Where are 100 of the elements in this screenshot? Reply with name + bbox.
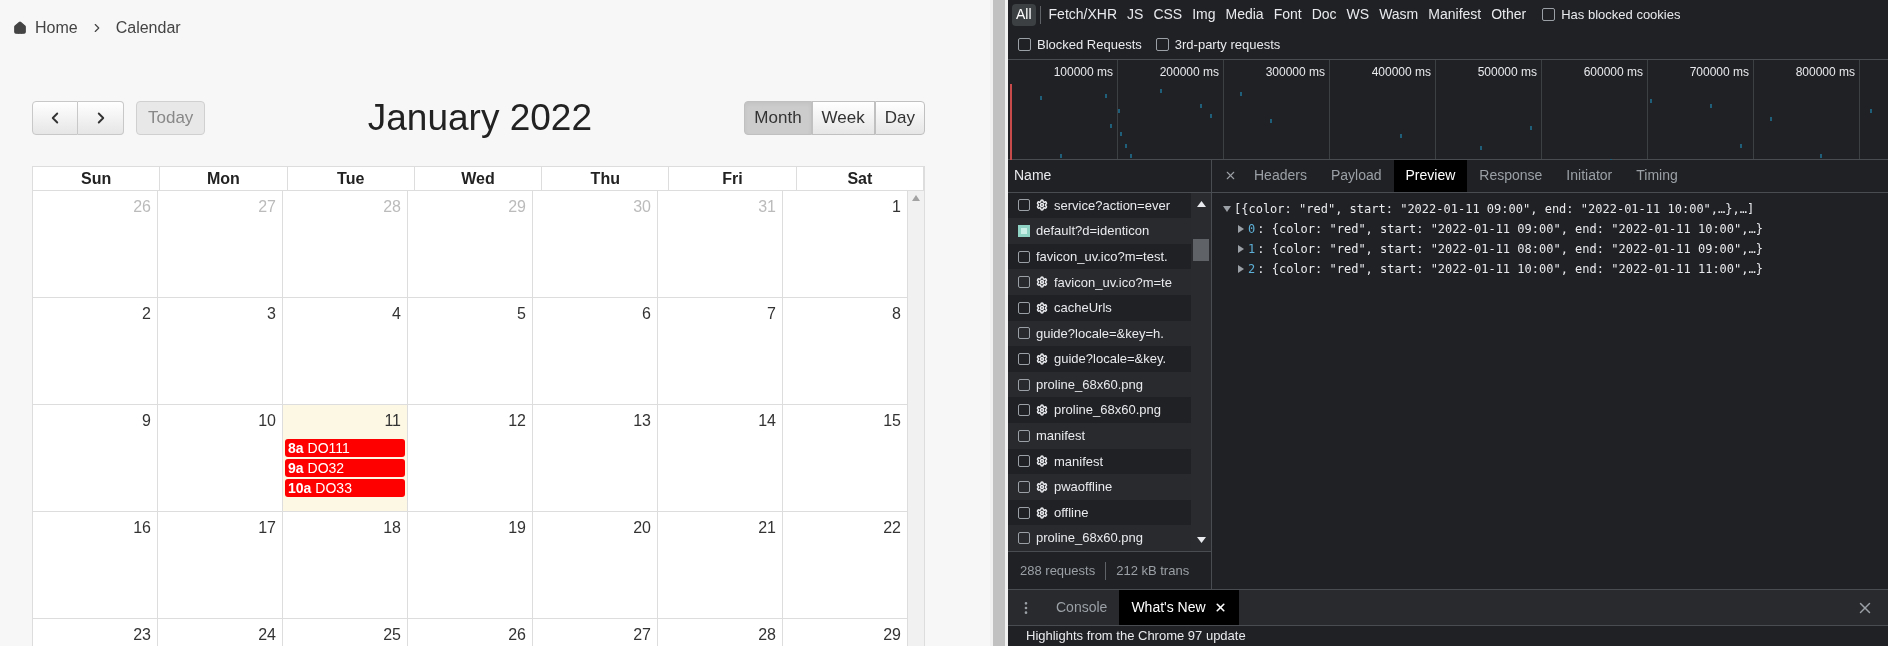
request-row[interactable]: guide?locale=&key=h. bbox=[1008, 320, 1191, 347]
day-cell[interactable]: 23 bbox=[33, 619, 158, 646]
day-cell[interactable]: 27 bbox=[533, 619, 658, 646]
scrollbar[interactable] bbox=[908, 191, 924, 646]
column-header[interactable]: Name bbox=[1014, 165, 1052, 187]
summary-text: 288 requests bbox=[1020, 561, 1096, 580]
day-cell[interactable]: 11 8a DO111 9a DO32 10a DO33 bbox=[283, 405, 408, 511]
scroll-thumb[interactable] bbox=[1193, 238, 1209, 261]
view-button[interactable]: Month bbox=[744, 101, 812, 135]
drawer-tab[interactable]: Console bbox=[1044, 590, 1120, 626]
checkbox[interactable] bbox=[1018, 481, 1030, 493]
request-row[interactable]: default?d=identicon bbox=[1008, 218, 1191, 244]
preview-index: 2 bbox=[1248, 260, 1256, 278]
request-row[interactable]: pwaoffline bbox=[1008, 474, 1191, 500]
checkbox[interactable] bbox=[1018, 378, 1030, 391]
timeline-tick-label: 700000 ms bbox=[1689, 64, 1749, 81]
detail-tab[interactable]: Preview bbox=[1393, 159, 1468, 192]
detail-tab[interactable]: Payload bbox=[1318, 159, 1394, 192]
checkbox[interactable] bbox=[1018, 404, 1030, 417]
expand-triangle-icon[interactable] bbox=[1236, 244, 1246, 253]
event-title: DO33 bbox=[315, 478, 352, 498]
expand-triangle-icon[interactable] bbox=[1222, 204, 1232, 213]
checkbox[interactable] bbox=[1018, 506, 1030, 519]
filter-button[interactable]: All bbox=[1012, 3, 1036, 26]
day-cell[interactable]: 6 bbox=[533, 298, 658, 404]
day-cell[interactable]: 13 bbox=[533, 405, 658, 511]
drawer-tab[interactable]: What's New bbox=[1119, 590, 1239, 626]
detail-tab[interactable]: Initiator bbox=[1554, 159, 1625, 192]
day-cell[interactable]: 26 bbox=[408, 619, 533, 646]
day-cell[interactable]: 9 bbox=[33, 405, 158, 511]
expand-triangle-icon[interactable] bbox=[1236, 264, 1246, 273]
scroll-down-icon[interactable] bbox=[1196, 537, 1206, 543]
detail-tab[interactable]: Timing bbox=[1624, 159, 1690, 192]
day-cell[interactable]: 21 bbox=[658, 512, 783, 618]
calendar-event[interactable]: 10a DO33 bbox=[285, 479, 405, 497]
breadcrumb-link[interactable]: Calendar bbox=[115, 16, 181, 40]
filter-button[interactable]: Wasm bbox=[1375, 3, 1423, 26]
view-button[interactable]: Day bbox=[874, 101, 925, 135]
gear-icon bbox=[1036, 301, 1048, 314]
day-cell[interactable]: 4 bbox=[283, 298, 408, 404]
filter-button[interactable]: Img bbox=[1188, 3, 1220, 26]
day-number: 1 bbox=[892, 197, 902, 217]
filter-button[interactable]: Other bbox=[1487, 3, 1531, 26]
day-cell[interactable]: 7 bbox=[658, 298, 783, 404]
day-cell[interactable]: 17 bbox=[158, 512, 283, 618]
checkbox[interactable] bbox=[1018, 455, 1030, 468]
day-number: 21 bbox=[758, 518, 777, 538]
request-name: manifest bbox=[1036, 427, 1086, 446]
calendar-event[interactable]: 8a DO111 bbox=[285, 439, 405, 457]
checkbox[interactable] bbox=[1018, 250, 1030, 263]
request-row[interactable]: favicon_uv.ico?m=te bbox=[1008, 269, 1191, 296]
filter-button[interactable]: Manifest bbox=[1424, 3, 1486, 26]
day-cell[interactable]: 12 bbox=[408, 405, 533, 511]
day-cell[interactable]: 19 bbox=[408, 512, 533, 618]
checkbox[interactable] bbox=[1018, 301, 1030, 314]
day-number: 30 bbox=[633, 197, 652, 217]
filter-button[interactable]: Doc bbox=[1307, 3, 1341, 26]
scroll-up-icon[interactable] bbox=[1196, 200, 1206, 207]
expand-triangle-icon[interactable] bbox=[1236, 224, 1246, 233]
view-button[interactable]: Week bbox=[811, 101, 875, 135]
request-row[interactable]: proline_68x60.png bbox=[1008, 525, 1191, 551]
weekday-header: Mon bbox=[160, 167, 288, 191]
breadcrumb-link[interactable]: Home bbox=[35, 16, 78, 40]
day-cell[interactable]: 14 bbox=[658, 405, 783, 511]
scrollbar[interactable] bbox=[1191, 192, 1211, 551]
day-cell[interactable]: 18 bbox=[283, 512, 408, 618]
detail-tab[interactable]: Response bbox=[1467, 159, 1555, 192]
day-cell[interactable]: 16 bbox=[33, 512, 158, 618]
detail-tab[interactable]: Headers bbox=[1242, 159, 1319, 192]
checkbox[interactable] bbox=[1018, 429, 1030, 442]
request-row[interactable]: proline_68x60.png bbox=[1008, 371, 1191, 398]
day-number: 10 bbox=[258, 411, 277, 431]
checkbox[interactable] bbox=[1018, 327, 1030, 340]
checkbox[interactable] bbox=[1155, 37, 1169, 51]
day-number: 27 bbox=[633, 625, 652, 645]
request-name: favicon_uv.ico?m=test. bbox=[1036, 247, 1168, 266]
day-cell[interactable]: 24 bbox=[158, 619, 283, 646]
checkbox[interactable] bbox=[1018, 276, 1030, 289]
filter-button[interactable]: CSS bbox=[1149, 3, 1187, 26]
close-icon[interactable] bbox=[1213, 601, 1227, 615]
checkbox[interactable] bbox=[1018, 353, 1030, 366]
day-cell[interactable]: 5 bbox=[408, 298, 533, 404]
day-cell[interactable]: 2 bbox=[33, 298, 158, 404]
checkbox[interactable] bbox=[1018, 37, 1031, 51]
filter-button[interactable]: Fetch/XHR bbox=[1044, 3, 1122, 26]
page-scrollbar[interactable] bbox=[990, 0, 1008, 646]
calendar-event[interactable]: 9a DO32 bbox=[285, 459, 405, 477]
day-cell[interactable]: 28 bbox=[658, 619, 783, 646]
day-cell[interactable]: 25 bbox=[283, 619, 408, 646]
filter-button[interactable]: JS bbox=[1123, 3, 1148, 26]
checkbox[interactable] bbox=[1018, 532, 1030, 545]
day-cell[interactable]: 20 bbox=[533, 512, 658, 618]
day-cell[interactable]: 3 bbox=[158, 298, 283, 404]
filter-button[interactable]: Font bbox=[1269, 3, 1306, 26]
request-row[interactable]: manifest bbox=[1008, 423, 1191, 449]
filter-button[interactable]: Media bbox=[1221, 3, 1268, 26]
checkbox[interactable] bbox=[1018, 199, 1030, 212]
filter-button[interactable]: WS bbox=[1342, 3, 1374, 26]
calendar-title: January 2022 bbox=[367, 96, 592, 141]
checkbox[interactable] bbox=[1542, 8, 1556, 22]
